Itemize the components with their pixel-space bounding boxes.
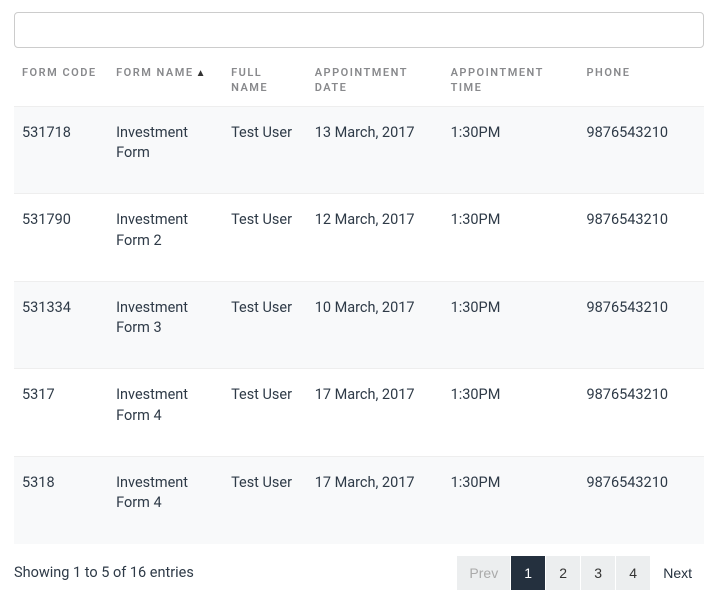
cell-form-name: Investment Form 2: [108, 194, 223, 282]
cell-phone: 9876543210: [579, 106, 705, 194]
page-3-button[interactable]: 3: [581, 556, 615, 590]
cell-full-name: Test User: [223, 194, 307, 282]
col-header-form-name[interactable]: FORM NAME▲: [108, 58, 223, 106]
cell-phone: 9876543210: [579, 281, 705, 369]
col-header-phone[interactable]: PHONE: [579, 58, 705, 106]
cell-appt-date: 17 March, 2017: [307, 369, 443, 457]
cell-full-name: Test User: [223, 369, 307, 457]
cell-form-name: Investment Form: [108, 106, 223, 194]
cell-form-name: Investment Form 3: [108, 281, 223, 369]
cell-appt-time: 1:30PM: [443, 194, 579, 282]
next-button[interactable]: Next: [651, 556, 704, 590]
cell-appt-date: 10 March, 2017: [307, 281, 443, 369]
prev-button[interactable]: Prev: [457, 556, 510, 590]
cell-appt-date: 13 March, 2017: [307, 106, 443, 194]
cell-form-name: Investment Form 4: [108, 369, 223, 457]
cell-full-name: Test User: [223, 281, 307, 369]
col-header-appt-date[interactable]: APPOINTMENT DATE: [307, 58, 443, 106]
cell-form-code: 531790: [14, 194, 108, 282]
cell-form-code: 5317: [14, 369, 108, 457]
table-row: 531718 Investment Form Test User 13 Marc…: [14, 106, 704, 194]
col-header-appt-time[interactable]: APPOINTMENT TIME: [443, 58, 579, 106]
table-row: 531790 Investment Form 2 Test User 12 Ma…: [14, 194, 704, 282]
cell-full-name: Test User: [223, 106, 307, 194]
table-row: 531334 Investment Form 3 Test User 10 Ma…: [14, 281, 704, 369]
data-table: FORM CODE FORM NAME▲ FULL NAME APPOINTME…: [14, 58, 704, 544]
cell-appt-date: 12 March, 2017: [307, 194, 443, 282]
page-4-button[interactable]: 4: [616, 556, 650, 590]
cell-appt-time: 1:30PM: [443, 106, 579, 194]
table-row: 5317 Investment Form 4 Test User 17 Marc…: [14, 369, 704, 457]
cell-appt-time: 1:30PM: [443, 281, 579, 369]
search-input[interactable]: [14, 12, 704, 48]
entries-info: Showing 1 to 5 of 16 entries: [14, 564, 194, 581]
sort-asc-icon: ▲: [196, 68, 207, 79]
cell-phone: 9876543210: [579, 194, 705, 282]
cell-form-code: 531334: [14, 281, 108, 369]
cell-appt-time: 1:30PM: [443, 369, 579, 457]
page-2-button[interactable]: 2: [546, 556, 580, 590]
pagination: Prev 1 2 3 4 Next: [456, 556, 704, 590]
col-header-full-name[interactable]: FULL NAME: [223, 58, 307, 106]
col-header-label: FORM NAME: [116, 66, 194, 79]
col-header-form-code[interactable]: FORM CODE: [14, 58, 108, 106]
page-1-button[interactable]: 1: [511, 556, 545, 590]
cell-phone: 9876543210: [579, 369, 705, 457]
cell-form-code: 531718: [14, 106, 108, 194]
